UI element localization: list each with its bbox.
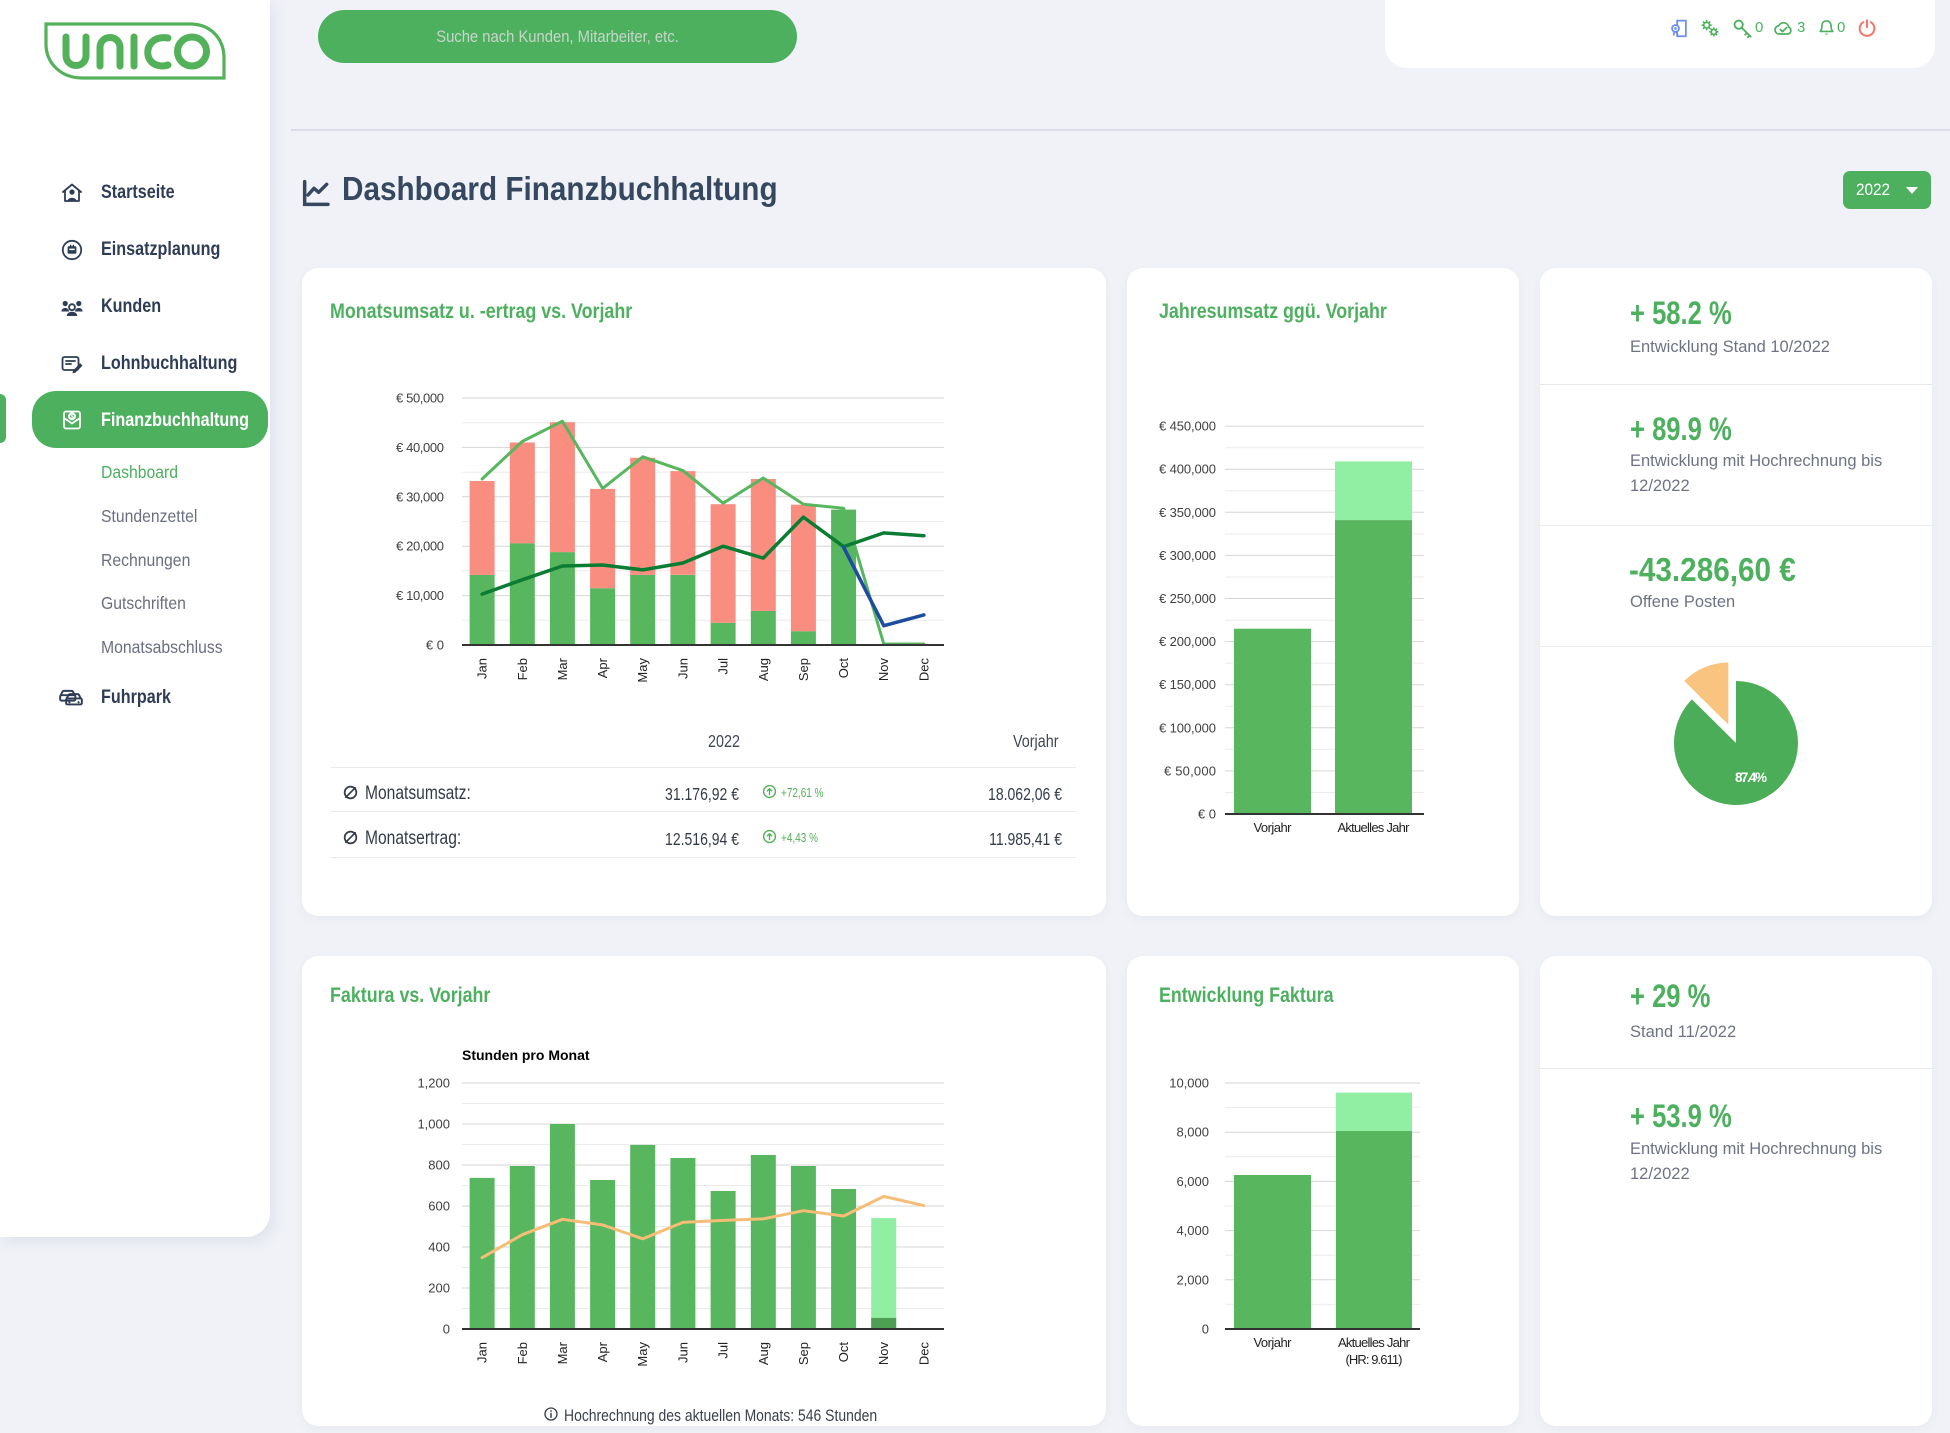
- svg-text:€ 200,000: € 200,000: [1159, 634, 1216, 649]
- svg-text:Jun: Jun: [675, 658, 690, 679]
- svg-text:6,000: 6,000: [1176, 1174, 1209, 1189]
- svg-text:10,000: 10,000: [1169, 1076, 1209, 1091]
- svg-text:€ 0: € 0: [426, 638, 444, 653]
- svg-text:Jan: Jan: [475, 1342, 490, 1363]
- svg-text:2,000: 2,000: [1176, 1272, 1209, 1287]
- svg-text:May: May: [635, 658, 650, 683]
- svg-text:1,200: 1,200: [417, 1076, 450, 1091]
- svg-text:Jun: Jun: [675, 1342, 690, 1363]
- svg-text:€ 450,000: € 450,000: [1159, 419, 1216, 434]
- svg-text:600: 600: [428, 1199, 450, 1214]
- svg-text:€ 50,000: € 50,000: [396, 391, 444, 406]
- svg-text:4,000: 4,000: [1176, 1223, 1209, 1238]
- svg-text:Feb: Feb: [515, 1342, 530, 1364]
- svg-text:Nov: Nov: [876, 658, 891, 682]
- svg-text:€ 350,000: € 350,000: [1159, 505, 1216, 520]
- svg-text:400: 400: [428, 1240, 450, 1255]
- svg-text:Sep: Sep: [796, 1342, 811, 1365]
- svg-text:Aug: Aug: [756, 658, 771, 681]
- svg-text:Aug: Aug: [756, 1342, 771, 1365]
- svg-text:€ 150,000: € 150,000: [1159, 677, 1216, 692]
- svg-text:Nov: Nov: [876, 1342, 891, 1366]
- svg-text:800: 800: [428, 1158, 450, 1173]
- svg-text:€ 30,000: € 30,000: [396, 489, 444, 504]
- svg-text:200: 200: [428, 1281, 450, 1296]
- svg-text:8,000: 8,000: [1176, 1125, 1209, 1140]
- svg-text:€ 40,000: € 40,000: [396, 440, 444, 455]
- svg-text:€ 10,000: € 10,000: [396, 588, 444, 603]
- svg-text:Apr: Apr: [595, 657, 610, 678]
- svg-text:Jul: Jul: [716, 658, 731, 675]
- svg-text:Mar: Mar: [555, 1341, 570, 1364]
- svg-text:Aktuelles Jahr: Aktuelles Jahr: [1338, 1335, 1411, 1350]
- svg-text:$: $: [70, 414, 74, 421]
- svg-text:Stunden pro Monat: Stunden pro Monat: [462, 1047, 590, 1063]
- svg-text:Sep: Sep: [796, 658, 811, 681]
- svg-text:Vorjahr: Vorjahr: [1254, 820, 1293, 835]
- svg-text:Jul: Jul: [716, 1342, 731, 1359]
- svg-text:Dec: Dec: [916, 1342, 931, 1366]
- svg-text:€ 0: € 0: [1198, 807, 1216, 822]
- svg-text:€ 300,000: € 300,000: [1159, 548, 1216, 563]
- svg-text:87.4%: 87.4%: [1735, 770, 1767, 785]
- svg-text:(HR: 9.611): (HR: 9.611): [1346, 1352, 1403, 1367]
- svg-text:€ 400,000: € 400,000: [1159, 462, 1216, 477]
- svg-text:€ 20,000: € 20,000: [396, 539, 444, 554]
- svg-text:Feb: Feb: [515, 658, 530, 680]
- svg-text:0: 0: [1202, 1322, 1209, 1337]
- svg-text:€ 50,000: € 50,000: [1164, 763, 1216, 778]
- svg-text:Oct: Oct: [836, 1342, 851, 1363]
- svg-text:Jan: Jan: [475, 658, 490, 679]
- svg-text:Mar: Mar: [555, 657, 570, 680]
- svg-text:Apr: Apr: [595, 1341, 610, 1362]
- svg-text:1,000: 1,000: [417, 1117, 450, 1132]
- svg-text:€ 100,000: € 100,000: [1159, 720, 1216, 735]
- svg-text:0: 0: [443, 1322, 450, 1337]
- svg-text:Vorjahr: Vorjahr: [1254, 1335, 1293, 1350]
- svg-text:Aktuelles Jahr: Aktuelles Jahr: [1338, 820, 1411, 835]
- svg-text:Oct: Oct: [836, 658, 851, 679]
- svg-text:Dec: Dec: [916, 658, 931, 682]
- svg-text:€ 250,000: € 250,000: [1159, 591, 1216, 606]
- svg-text:May: May: [635, 1342, 650, 1367]
